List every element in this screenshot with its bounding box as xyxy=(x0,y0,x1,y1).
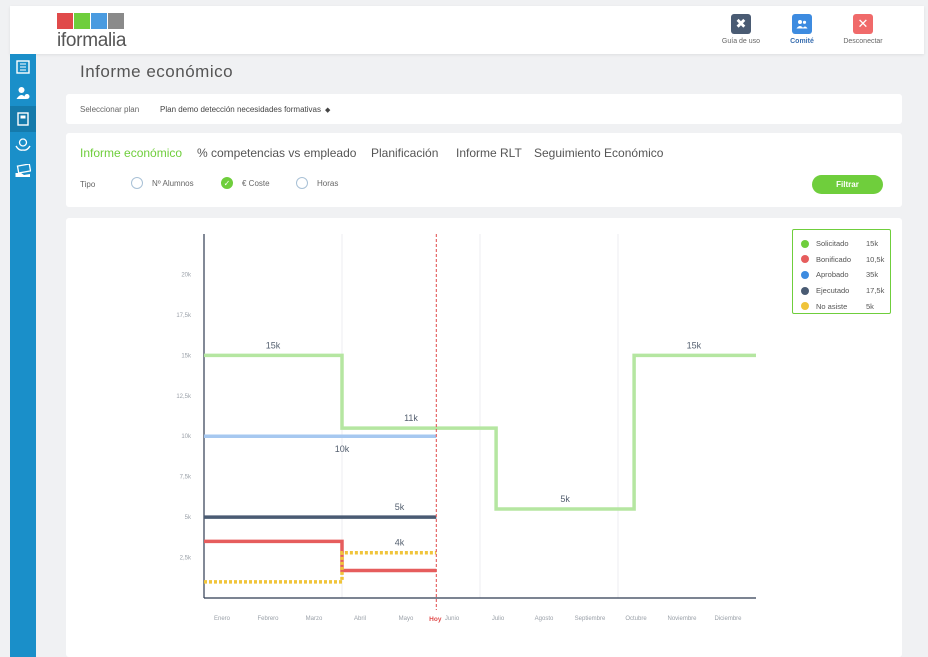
check-icon: ✓ xyxy=(221,177,233,189)
legend-item[interactable]: Solicitado 15k xyxy=(801,236,890,252)
radio-horas[interactable]: Horas xyxy=(296,177,338,189)
page-title: Informe económico xyxy=(80,62,234,81)
y-tick-label: 10k xyxy=(181,434,192,440)
legend-dot-icon xyxy=(801,255,809,264)
book-icon[interactable] xyxy=(10,106,36,132)
series-line-no-asiste xyxy=(204,550,437,584)
tab-informe-economico[interactable]: Informe económico xyxy=(80,146,182,160)
radio-alumnos[interactable]: Nº Alumnos xyxy=(131,177,194,189)
data-label: 5k xyxy=(560,494,570,504)
x-tick-label: Diciembre xyxy=(714,616,742,622)
x-tick-label: Mayo xyxy=(399,616,414,622)
legend-total: 35k xyxy=(866,270,879,280)
legend-dot-icon xyxy=(801,270,809,279)
tab-planificacion[interactable]: Planificación xyxy=(371,146,438,160)
x-tick-label: Enero xyxy=(214,616,231,622)
sidebar xyxy=(10,54,36,657)
radio-circle xyxy=(296,177,308,189)
x-tick-label: Junio xyxy=(445,616,460,622)
x-tick-label: Julio xyxy=(492,616,505,622)
legend-total: 15k xyxy=(866,239,879,249)
chart-card: 2,5k 5k 7,5k 10k 12,5k 15k 17,5k 20k Enero Febrer… xyxy=(66,218,902,657)
logo-tile xyxy=(74,13,90,29)
y-tick-label: 12,5k xyxy=(176,394,192,400)
sort-caret-icon: ◆ xyxy=(324,107,331,114)
tab-competencias[interactable]: % competencias vs empleado xyxy=(197,146,356,160)
logo-text[interactable]: iformalia xyxy=(57,30,126,52)
tipo-label: Tipo xyxy=(80,180,96,189)
radio-coste[interactable]: ✓ € Coste xyxy=(221,177,270,189)
radio-circle xyxy=(131,177,143,189)
legend-total: 17,5k xyxy=(866,286,885,296)
legend-label: Bonificado xyxy=(816,254,852,264)
chart-legend: Solicitado 15k Bonificado 10,5k Aprobado 35k E… xyxy=(792,229,891,314)
radio-label: Horas xyxy=(317,178,339,188)
plan-select[interactable]: Plan demo detección necesidades formativ… xyxy=(158,103,332,116)
today-marker-label: Hoy xyxy=(429,616,442,623)
legend-label: Aprobado xyxy=(816,270,849,280)
legend-item[interactable]: Bonificado 10,5k xyxy=(801,252,890,268)
legend-label: No asiste xyxy=(816,301,848,311)
logout-button[interactable]: ✕ Desconectar xyxy=(818,14,908,45)
x-tick-label: Febrero xyxy=(257,616,279,622)
money-hand-icon[interactable] xyxy=(10,158,36,184)
tools-icon: ✖ xyxy=(731,14,751,34)
tab-seguimiento-economico[interactable]: Seguimiento Económico xyxy=(534,146,663,160)
data-label: 11k xyxy=(404,413,418,423)
y-tick-label: 2,5k xyxy=(180,556,192,562)
y-tick-label: 15k xyxy=(181,353,192,359)
radio-label: Nº Alumnos xyxy=(152,178,194,188)
x-tick-label: Marzo xyxy=(306,616,323,622)
legend-label: Solicitado xyxy=(816,239,849,249)
x-tick-label: Abril xyxy=(354,616,366,622)
close-icon: ✕ xyxy=(853,14,873,34)
filter-button[interactable]: Filtrar xyxy=(812,175,883,194)
plan-label: Seleccionar plan xyxy=(80,105,140,114)
report-tabs-card: Informe económico % competencias vs empl… xyxy=(66,133,902,207)
data-label: 10k xyxy=(335,444,350,454)
legend-item[interactable]: No asiste 5k xyxy=(801,298,890,314)
legend-dot-icon xyxy=(801,302,809,311)
y-tick-label: 5k xyxy=(185,515,192,521)
legend-dot-icon xyxy=(801,286,809,295)
logo-tile xyxy=(91,13,107,29)
logo-icon xyxy=(57,13,124,29)
legend-total: 10,5k xyxy=(866,254,885,264)
step-line-chart: 2,5k 5k 7,5k 10k 12,5k 15k 17,5k 20k Enero Febrer… xyxy=(176,234,756,623)
logo-tile xyxy=(108,13,124,29)
data-label: 4k xyxy=(395,538,405,548)
top-bar: iformalia ✖ Guía de uso Comité ✕ Descone… xyxy=(10,6,924,54)
legend-item[interactable]: Ejecutado 17,5k xyxy=(801,283,890,299)
y-tick-label: 7,5k xyxy=(180,475,192,481)
x-tick-label: Agosto xyxy=(535,616,554,622)
data-label: 15k xyxy=(266,340,281,350)
logout-label: Desconectar xyxy=(843,38,883,45)
x-tick-label: Noviembre xyxy=(667,616,697,622)
y-tick-label: 20k xyxy=(181,272,192,278)
users-icon xyxy=(792,14,812,34)
y-tick-label: 17,5k xyxy=(176,313,192,319)
legend-total: 5k xyxy=(866,301,874,311)
plan-selector-card: Seleccionar plan Plan demo detección nec… xyxy=(66,94,902,124)
legend-item[interactable]: Aprobado 35k xyxy=(801,267,890,283)
user-add-icon[interactable] xyxy=(10,80,36,106)
x-tick-label: Septiembre xyxy=(575,616,606,622)
report-list-icon[interactable] xyxy=(10,54,36,80)
legend-label: Ejecutado xyxy=(816,286,850,296)
data-label: 15k xyxy=(687,340,702,350)
radio-label: € Coste xyxy=(242,178,270,188)
plan-select-value: Plan demo detección necesidades formativ… xyxy=(160,105,321,114)
logo-tile xyxy=(57,13,73,29)
tab-informe-rlt[interactable]: Informe RLT xyxy=(456,146,522,160)
help-hands-icon[interactable] xyxy=(10,132,36,158)
legend-dot-icon xyxy=(801,239,809,248)
data-label: 5k xyxy=(395,502,405,512)
x-tick-label: Octubre xyxy=(625,616,647,622)
